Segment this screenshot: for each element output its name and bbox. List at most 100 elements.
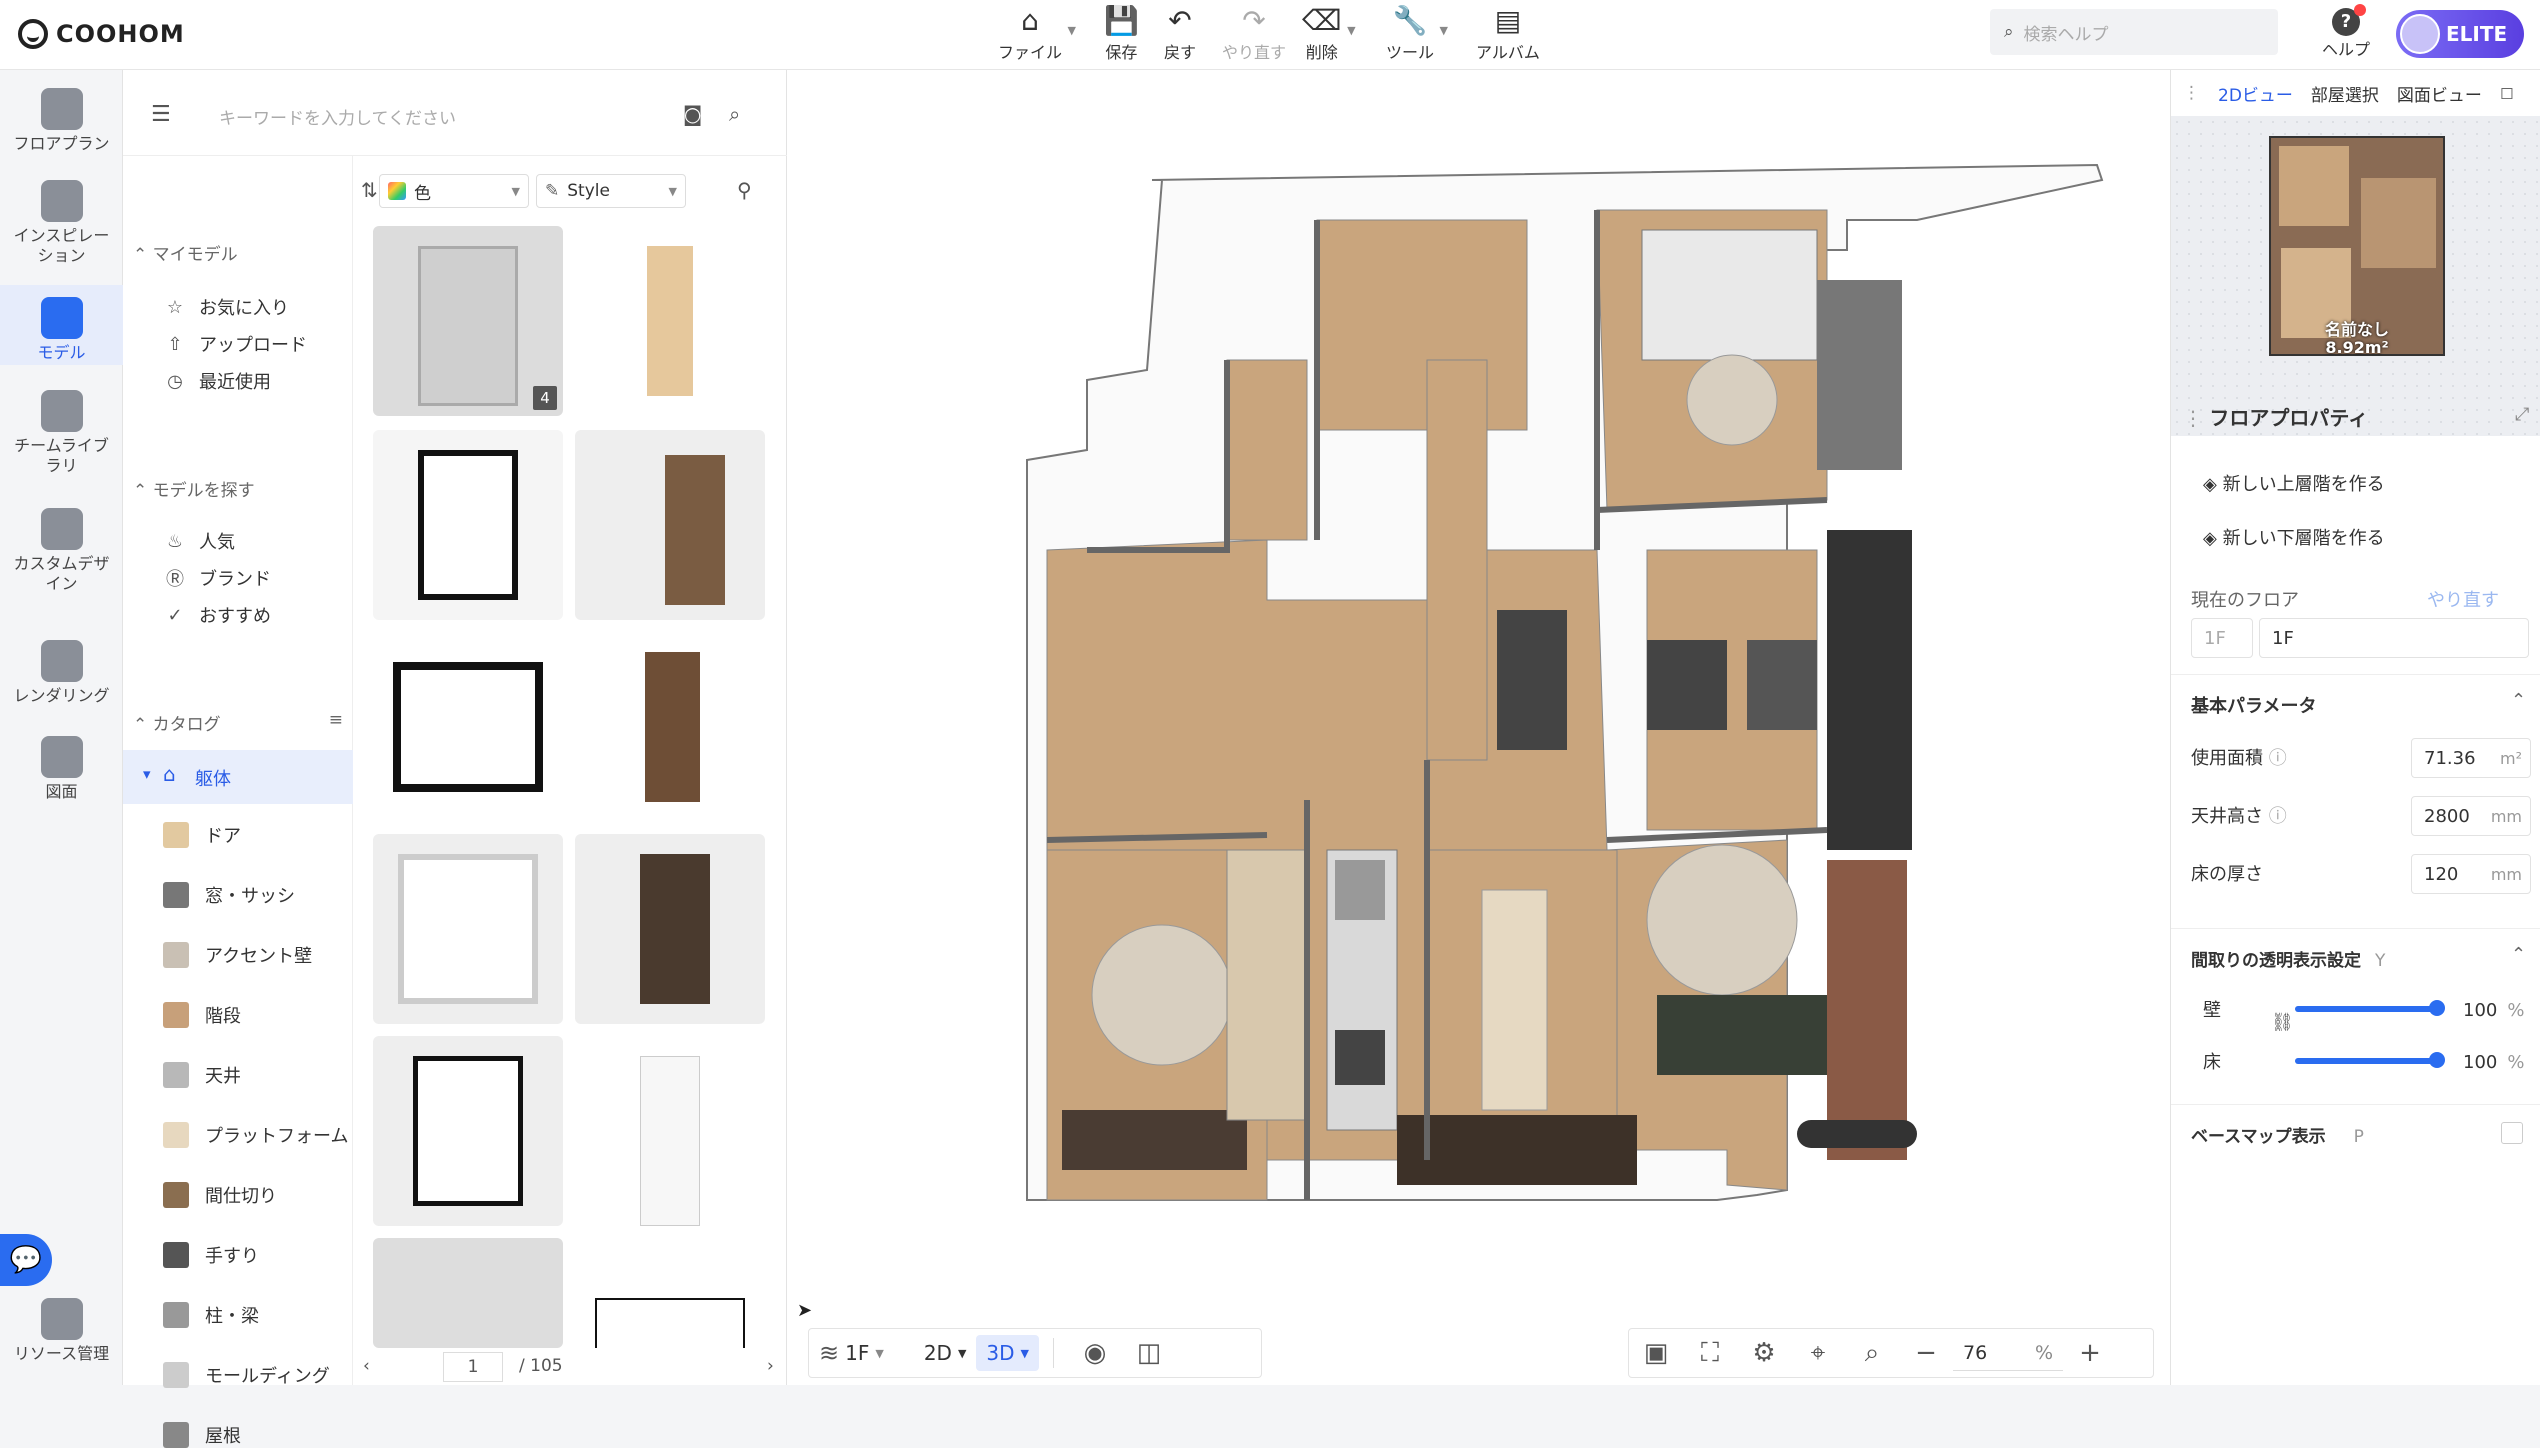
transparency-slider[interactable] [2295,1000,2445,1016]
chevron-down-icon[interactable]: ▼ [1440,24,1448,37]
subcategory-item[interactable]: 柱・梁 [163,1302,259,1328]
link-chain-icon[interactable]: ⛓ [2271,1012,2294,1033]
chevron-up-icon[interactable]: ⌃ [2511,944,2526,965]
section-catalog[interactable]: ⌃ カタログ ≡ [133,710,343,735]
subcategory-item[interactable]: 窓・サッシ [163,882,295,908]
model-thumbnail[interactable] [575,430,765,620]
catalog-item[interactable]: Ⓡ ブランド [163,565,271,591]
subcategory-item[interactable]: 間仕切り [163,1182,277,1208]
subcategory-item[interactable]: ドア [163,822,241,848]
tab-drawing-view[interactable]: 図面ビュー [2397,81,2482,106]
model-thumbnail[interactable] [373,1238,563,1348]
catalog-settings-icon[interactable]: ≡ [329,710,343,730]
subcategory-item[interactable]: 手すり [163,1242,259,1268]
model-thumbnail[interactable] [373,632,563,822]
toolbar-file-button[interactable]: ⌂ ファイル ▼ [998,4,1076,64]
floor-level-select[interactable]: 1F [2191,618,2253,658]
tab-room-select[interactable]: 部屋選択 [2311,81,2379,106]
tab-2d-view[interactable]: 2Dビュー [2218,81,2293,106]
info-icon[interactable]: ⓘ [2263,806,2287,827]
toolbar-eraser-button[interactable]: ⌫ 削除 ▼ [1302,4,1356,64]
transparency-input[interactable]: 100% [2451,990,2533,1030]
coohom-logo[interactable]: COOHOM [18,14,185,54]
search-icon[interactable]: ⌕ [729,102,740,126]
subcategory-item[interactable]: 屋根 [163,1422,241,1448]
model-thumbnail[interactable] [373,430,563,620]
minimize-icon[interactable]: ◻ [2500,83,2514,103]
catalog-item[interactable]: ⇧ アップロード [163,331,307,357]
subcategory-item[interactable]: 階段 [163,1002,241,1028]
screenshot-image-icon[interactable]: ▣ [1629,1338,1683,1368]
zoom-out-icon[interactable]: − [1899,1338,1953,1368]
expand-icon[interactable]: ⤢ [2515,404,2529,425]
add-lower-floor-button[interactable]: ◈ 新しい下層階を作る [2203,524,2385,550]
color-filter[interactable]: 色 ▼ [379,174,529,208]
model-thumbnail[interactable] [373,834,563,1024]
chevron-down-icon[interactable]: ▼ [1347,24,1355,37]
style-filter[interactable]: ✎ Style ▼ [536,174,686,208]
toolbar-redo-button[interactable]: ↷ やり直す [1222,4,1286,64]
nav-team-library[interactable]: チームライブラリ [0,390,123,480]
nav-rendering-camera[interactable]: レンダリング [0,640,123,716]
filter-funnel-icon[interactable]: ⚲ [737,178,752,202]
basic-params-header[interactable]: 基本パラメータ [2191,692,2316,718]
account-elite-button[interactable]: ELITE [2396,10,2524,58]
toolbar-album-button[interactable]: ▤ アルバム [1476,4,1540,64]
drag-handle-icon[interactable]: ⋮ [2183,406,2209,430]
transparency-slider[interactable] [2295,1052,2445,1068]
section-my-models[interactable]: ⌃ マイモデル [133,240,238,265]
basemap-checkbox[interactable] [2501,1122,2523,1144]
model-thumbnail[interactable] [575,1036,765,1226]
model-thumbnail[interactable]: 4 [373,226,563,416]
info-icon[interactable]: ⓘ [2263,748,2287,769]
param-input[interactable]: 2800 mm [2411,796,2531,836]
model-thumbnail[interactable] [575,1238,765,1348]
nav-drawing[interactable]: 図面 [0,736,123,812]
subcategory-item[interactable]: 天井 [163,1062,241,1088]
param-input[interactable]: 71.36 m² [2411,738,2531,778]
transparency-input[interactable]: 100% [2451,1042,2533,1082]
sort-icon[interactable]: ⇅ [361,178,378,202]
floor-selector[interactable]: ≋ 1F ▼ [809,1335,894,1371]
subcategory-item[interactable]: プラットフォーム [163,1122,348,1148]
next-page-icon[interactable]: › [767,1356,774,1376]
model-thumbnail[interactable] [575,834,765,1024]
category-item-active[interactable]: ▾ ⌂ 躯体 [123,750,353,804]
catalog-item[interactable]: ✓ おすすめ [163,602,271,628]
chevron-down-icon[interactable]: ▼ [1068,24,1076,37]
subcategory-item[interactable]: モールディング [163,1362,330,1388]
toolbar-wrench-button[interactable]: 🔧 ツール ▼ [1386,4,1448,64]
3d-viewport[interactable]: ➤ [787,70,2170,1385]
model-thumbnail[interactable] [373,1036,563,1226]
nav-custom-design[interactable]: カスタムデザイン [0,508,123,608]
model-thumbnail[interactable] [575,632,765,822]
nav-inspiration[interactable]: インスピレーション [0,180,123,278]
toolbar-undo-button[interactable]: ↶ 戻す [1164,4,1196,64]
view-3d-button[interactable]: 3D ▼ [976,1335,1039,1371]
drag-handle-icon[interactable]: ⋮ [2183,83,2200,103]
minimap[interactable]: 名前なし 8.92m² [2171,116,2540,436]
section-find-models[interactable]: ⌃ モデルを探す [133,476,255,501]
focus-frame-icon[interactable]: ⌖ [1791,1338,1845,1369]
prev-page-icon[interactable]: ‹ [363,1356,370,1376]
current-floor-redo-link[interactable]: やり直す [2427,586,2499,612]
transparency-header[interactable]: 間取りの透明表示設定 Y [2191,946,2385,971]
help-button[interactable]: ? ヘルプ [2316,4,2376,64]
catalog-item[interactable]: ♨ 人気 [163,528,235,554]
view-2d-button[interactable]: 2D ▼ [914,1335,977,1371]
keyword-input[interactable]: キーワードを入力してください [219,104,456,129]
param-input[interactable]: 120 mm [2411,854,2531,894]
eye-visibility-icon[interactable]: ◉ [1068,1338,1122,1368]
catalog-item[interactable]: ☆ お気に入り [163,294,289,320]
page-input[interactable]: 1 [443,1352,503,1382]
chevron-up-icon[interactable]: ⌃ [2511,690,2526,711]
nav-floorplan[interactable]: フロアプラン [0,88,123,170]
zoom-in-icon[interactable]: + [2063,1338,2117,1368]
fit-view-icon[interactable]: ⛶ [1683,1338,1737,1369]
chat-support-icon[interactable]: 💬 [0,1234,52,1286]
catalog-item[interactable]: ◷ 最近使用 [163,368,271,394]
zoom-area-icon[interactable]: ⌕ [1845,1338,1899,1369]
cube-3d-icon[interactable]: ◫ [1122,1338,1176,1368]
nav-model-sofa[interactable]: モデル [0,285,123,365]
floor-name-input[interactable]: 1F [2259,618,2529,658]
